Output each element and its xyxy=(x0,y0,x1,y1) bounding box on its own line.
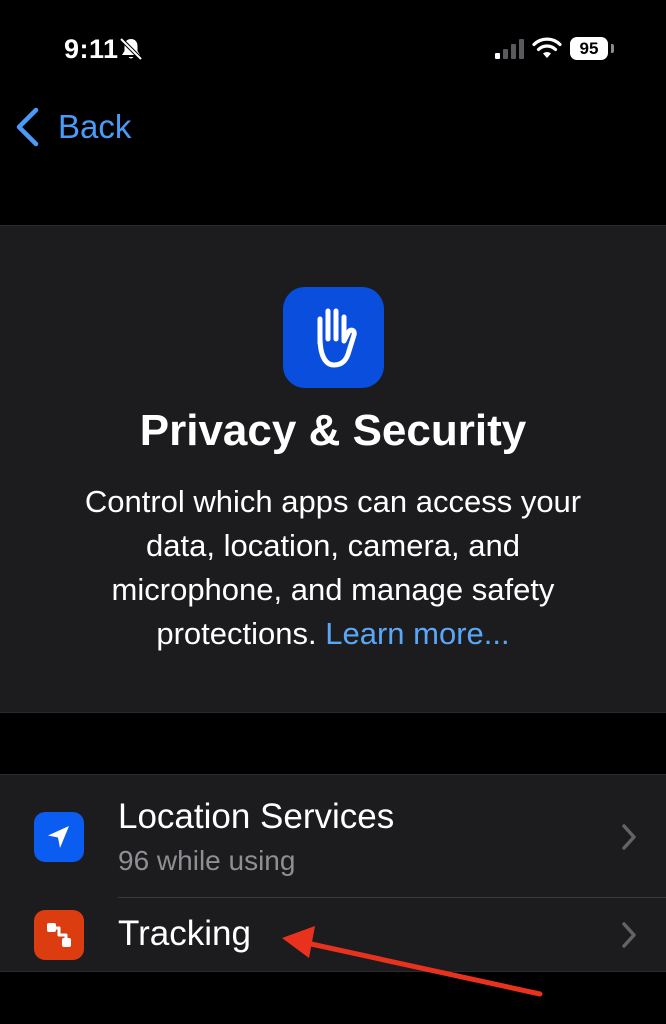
privacy-header-card: Privacy & Security Control which apps ca… xyxy=(0,225,666,713)
tracking-row[interactable]: Tracking xyxy=(0,898,666,972)
bell-slash-icon xyxy=(119,37,143,61)
wifi-icon xyxy=(532,37,562,58)
battery-nub xyxy=(611,44,614,53)
location-arrow-icon xyxy=(34,812,84,862)
tracking-icon xyxy=(34,910,84,960)
location-services-row[interactable]: Location Services 96 while using xyxy=(0,775,666,897)
back-label: Back xyxy=(58,108,132,145)
status-time: 9:11 xyxy=(64,34,119,64)
chevron-left-icon xyxy=(16,107,39,147)
cellular-signal-icon xyxy=(495,39,524,59)
learn-more-link[interactable]: Learn more... xyxy=(325,616,509,651)
battery-icon: 95 xyxy=(570,37,608,60)
hand-glyph xyxy=(317,308,357,367)
location-services-title: Location Services xyxy=(118,797,395,836)
location-arrow-glyph xyxy=(48,826,69,848)
chevron-right-icon xyxy=(622,824,636,850)
page-description: Control which apps can access your data,… xyxy=(60,480,606,656)
page-title: Privacy & Security xyxy=(139,406,527,455)
chevron-right-icon xyxy=(622,922,636,948)
location-services-subtitle: 96 while using xyxy=(118,845,296,876)
raised-hand-icon xyxy=(283,287,384,388)
status-bar: 9:11 95 xyxy=(0,0,666,100)
back-button[interactable]: Back xyxy=(14,102,131,152)
settings-list: Location Services 96 while using Trackin… xyxy=(0,774,666,972)
tracking-glyph xyxy=(47,923,71,947)
battery-level: 95 xyxy=(579,38,599,58)
tracking-title: Tracking xyxy=(118,914,251,953)
